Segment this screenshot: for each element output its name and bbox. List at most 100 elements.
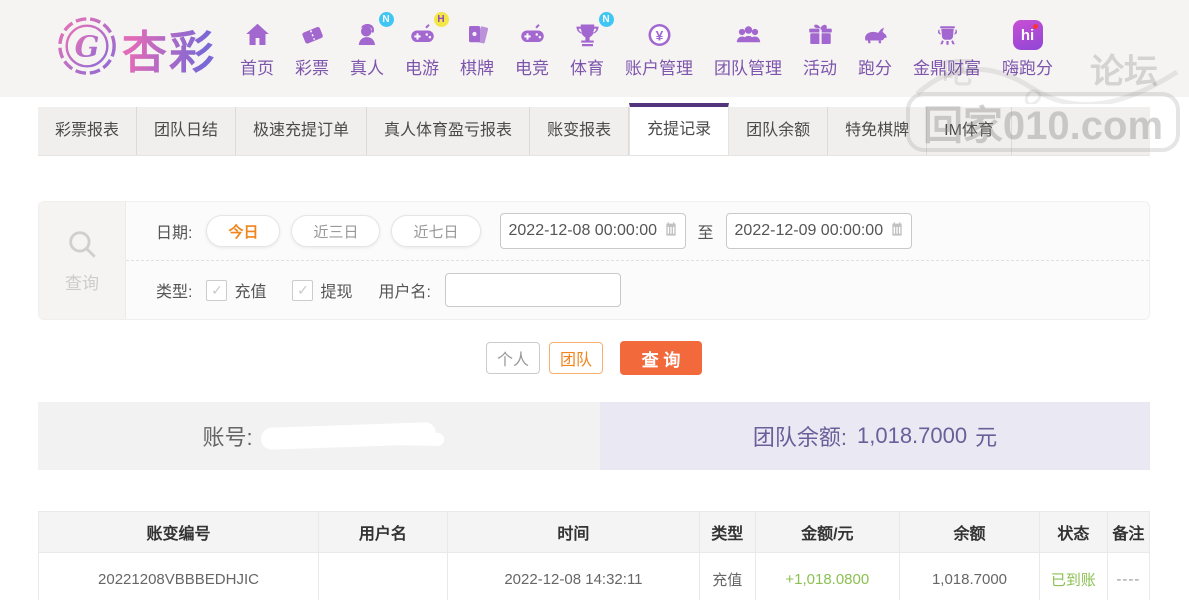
checkbox-check-icon[interactable]: ✓ bbox=[206, 279, 228, 301]
type-option-1[interactable]: ✓ 提现 bbox=[292, 278, 378, 302]
nav-item-label: 金鼎财富 bbox=[913, 59, 982, 78]
nav-item-live[interactable]: N 真人 bbox=[350, 12, 394, 79]
summary-bar: 账号: 团队余额: 1,018.7000 元 bbox=[38, 402, 1150, 470]
nav-item-label: 棋牌 bbox=[460, 59, 495, 78]
tab-7[interactable]: 特免棋牌 bbox=[828, 107, 928, 155]
query-button[interactable]: 查 询 bbox=[620, 341, 702, 375]
records-table: 账变编号 用户名 时间 类型 金额/元 余额 状态 备注 20221208VBBBEDHJIC… bbox=[38, 511, 1151, 600]
nav-item-esports[interactable]: 电竞 bbox=[515, 18, 549, 79]
main-content: 查询 日期: 今日 近三日 近七日 2022-12-08 00:00:00 至 20… bbox=[38, 201, 1151, 600]
col-header-6: 状态 bbox=[1038, 511, 1108, 553]
type-option-label: 充值 bbox=[234, 284, 267, 301]
nav-item-label: 活动 bbox=[803, 59, 838, 78]
range-pill-0[interactable]: 今日 bbox=[206, 215, 281, 247]
tab-0[interactable]: 彩票报表 bbox=[38, 107, 138, 155]
report-tab-strip: 彩票报表 团队日结 极速充提订单 真人体育盈亏报表 账变报表 充提记录 团队余额 特免棋牌 IM… bbox=[38, 103, 1150, 156]
username-input[interactable] bbox=[444, 273, 621, 307]
col-header-4: 金额/元 bbox=[754, 511, 901, 553]
team-balance-section: 团队余额: 1,018.7000 元 bbox=[600, 402, 1150, 470]
nav-item-wealth[interactable]: 金鼎财富 bbox=[913, 18, 981, 79]
nav-item-team[interactable]: 团队管理 bbox=[714, 18, 782, 79]
nav-item-rhino[interactable]: 跑分 bbox=[858, 18, 892, 79]
search-side-label: 查询 bbox=[65, 274, 99, 293]
date-label: 日期: bbox=[156, 225, 193, 242]
nav-item-label: 彩票 bbox=[295, 59, 330, 78]
date-from-value: 2022-12-08 00:00:00 bbox=[508, 222, 658, 239]
actions-row: 个人 团队 查 询 bbox=[38, 341, 1150, 375]
cell-r0-c2: 2022-12-08 14:32:11 bbox=[446, 552, 701, 600]
nav-item-egame[interactable]: H 电游 bbox=[405, 12, 449, 79]
date-to-label: 至 bbox=[697, 225, 714, 242]
team-button[interactable]: 团队 bbox=[549, 342, 603, 374]
cell-r0-c0: 20221208VBBBEDHJIC bbox=[38, 552, 319, 600]
date-from-picker[interactable]: 2022-12-08 00:00:00 bbox=[499, 213, 686, 249]
nav-item-label: 体育 bbox=[570, 59, 605, 78]
nav-badge-n-icon: N bbox=[378, 12, 394, 27]
tab-3[interactable]: 真人体育盈亏报表 bbox=[367, 107, 531, 155]
nav-item-label: 团队管理 bbox=[714, 59, 783, 78]
type-option-label: 提现 bbox=[320, 284, 353, 301]
table-row: 20221208VBBBEDHJIC 2022-12-08 14:32:11 充值 +… bbox=[38, 552, 1151, 600]
cell-r0-c7: ---- bbox=[1106, 552, 1151, 600]
nav-item-ticket[interactable]: 彩票 bbox=[295, 18, 329, 79]
col-header-2: 时间 bbox=[446, 511, 701, 553]
tab-2[interactable]: 极速充提订单 bbox=[236, 107, 368, 155]
nav-item-account[interactable]: ¥ 账户管理 bbox=[625, 18, 693, 79]
date-filter-row: 日期: 今日 近三日 近七日 2022-12-08 00:00:00 至 2022-… bbox=[126, 202, 1149, 261]
nav-item-home[interactable]: 首页 bbox=[240, 18, 274, 79]
top-header: G 杏彩 首页 彩票 N 真人 H 电游 棋牌 电竞 N 体育 ¥ 账户管理 团队管理 活动 跑分 金鼎财富 h… bbox=[0, 0, 1189, 97]
cell-r0-c1 bbox=[317, 552, 448, 600]
account-section: 账号: bbox=[38, 402, 600, 470]
account-label: 账号: bbox=[202, 425, 253, 450]
range-pill-1[interactable]: 近三日 bbox=[291, 215, 381, 247]
search-side-button[interactable]: 查询 bbox=[39, 202, 126, 319]
nav-item-label: 账户管理 bbox=[625, 59, 694, 78]
tab-6[interactable]: 团队余额 bbox=[729, 107, 829, 155]
nav-item-label: 首页 bbox=[240, 59, 275, 78]
tab-4[interactable]: 账变报表 bbox=[530, 107, 630, 155]
nav-item-cards[interactable]: 棋牌 bbox=[460, 18, 494, 79]
cell-r0-c3: 充值 bbox=[699, 552, 756, 600]
type-option-0[interactable]: ✓ 充值 bbox=[206, 278, 292, 302]
tab-1[interactable]: 团队日结 bbox=[137, 107, 237, 155]
nav-item-gift[interactable]: 活动 bbox=[803, 18, 837, 79]
personal-button[interactable]: 个人 bbox=[486, 342, 540, 374]
sports-icon: N bbox=[572, 12, 614, 52]
calendar-icon bbox=[663, 221, 679, 242]
account-icon: ¥ bbox=[644, 18, 675, 52]
page: G 杏彩 首页 彩票 N 真人 H 电游 棋牌 电竞 N 体育 ¥ 账户管理 团队管理 活动 跑分 金鼎财富 h… bbox=[0, 0, 1189, 600]
checkbox-check-icon[interactable]: ✓ bbox=[292, 279, 314, 301]
hi-icon: hi bbox=[1012, 18, 1043, 52]
team-balance-value: 1,018.7000 bbox=[857, 423, 968, 448]
svg-text:G: G bbox=[75, 30, 100, 64]
magnifier-icon bbox=[65, 227, 99, 266]
nav-item-hi[interactable]: hi 嗨跑分 bbox=[1002, 18, 1053, 79]
nav-badge-n-icon: N bbox=[598, 12, 614, 27]
cards-icon bbox=[462, 18, 493, 52]
account-value-redacted bbox=[260, 421, 436, 451]
nav-item-label: 跑分 bbox=[858, 59, 893, 78]
date-to-picker[interactable]: 2022-12-09 00:00:00 bbox=[725, 213, 912, 249]
nav-badge-h-icon: H bbox=[433, 12, 449, 27]
tab-5[interactable]: 充提记录 bbox=[629, 103, 730, 155]
nav-item-label: 电游 bbox=[405, 59, 440, 78]
main-nav: 首页 彩票 N 真人 H 电游 棋牌 电竞 N 体育 ¥ 账户管理 团队管理 活动 跑分 金鼎财富 hi 嗨跑分 bbox=[240, 12, 1053, 79]
col-header-1: 用户名 bbox=[317, 511, 448, 553]
nav-item-sports[interactable]: N 体育 bbox=[570, 12, 614, 79]
tab-8[interactable]: IM体育 bbox=[927, 107, 1012, 155]
home-icon bbox=[242, 18, 273, 52]
rhino-icon bbox=[860, 18, 891, 52]
range-pill-2[interactable]: 近七日 bbox=[391, 215, 481, 247]
nav-item-label: 真人 bbox=[350, 59, 385, 78]
esports-icon bbox=[517, 18, 548, 52]
wealth-icon bbox=[932, 18, 963, 52]
filter-panel: 查询 日期: 今日 近三日 近七日 2022-12-08 00:00:00 至 20… bbox=[38, 201, 1150, 320]
calendar-icon bbox=[889, 221, 905, 242]
egame-icon: H bbox=[407, 12, 449, 52]
type-label: 类型: bbox=[156, 284, 193, 301]
col-header-7: 备注 bbox=[1106, 511, 1151, 553]
gift-icon bbox=[805, 18, 836, 52]
brand-logo[interactable]: G 杏彩 bbox=[56, 15, 216, 82]
brand-name: 杏彩 bbox=[122, 16, 216, 81]
team-balance-label: 团队余额: bbox=[752, 425, 847, 450]
